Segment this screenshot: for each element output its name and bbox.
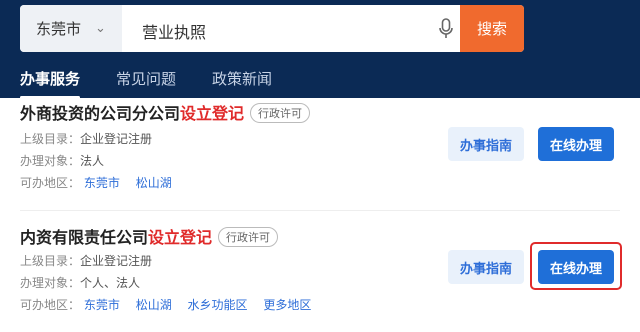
- online-apply-button[interactable]: 在线办理: [538, 127, 614, 161]
- more-areas-link[interactable]: 更多地区: [263, 298, 311, 312]
- license-badge: 行政许可: [218, 227, 279, 247]
- microphone-icon[interactable]: [438, 18, 454, 44]
- tab-bar: 办事服务 常见问题 政策新闻: [20, 68, 272, 99]
- area-link[interactable]: 松山湖: [136, 176, 172, 190]
- area-link[interactable]: 东莞市: [84, 298, 120, 312]
- search-button[interactable]: 搜索: [460, 5, 524, 52]
- search-bar: 东莞市 ⌄ 营业执照 搜索: [20, 5, 524, 52]
- guide-button[interactable]: 办事指南: [448, 127, 524, 161]
- highlight-frame: [530, 242, 622, 290]
- target-line: 办理对象：个人、法人: [20, 276, 141, 290]
- license-badge: 行政许可: [250, 103, 311, 123]
- tab-faq[interactable]: 常见问题: [116, 68, 176, 99]
- city-selector[interactable]: 东莞市 ⌄: [20, 5, 122, 52]
- result-title[interactable]: 内资有限责任公司设立登记 行政许可: [20, 224, 279, 248]
- divider: [20, 210, 620, 211]
- catalog-line: 上级目录：企业登记注册: [20, 254, 153, 268]
- tab-policy-news[interactable]: 政策新闻: [212, 68, 272, 99]
- chevron-down-icon: ⌄: [95, 21, 106, 36]
- area-line: 可办地区： 东莞市 松山湖 水乡功能区 更多地区: [20, 298, 312, 312]
- guide-button[interactable]: 办事指南: [448, 250, 524, 284]
- top-header: 东莞市 ⌄ 营业执照 搜索 办事服务 常见问题 政策新闻: [0, 0, 640, 100]
- tab-services[interactable]: 办事服务: [20, 68, 81, 99]
- search-input[interactable]: 营业执照: [142, 19, 206, 43]
- catalog-line: 上级目录：企业登记注册: [20, 132, 153, 146]
- city-label: 东莞市: [36, 20, 82, 38]
- target-line: 办理对象：法人: [20, 154, 105, 168]
- area-line: 可办地区： 东莞市 松山湖: [20, 176, 172, 190]
- results-list: 外商投资的公司分公司设立登记 行政许可 上级目录：企业登记注册 办理对象：法人 可…: [0, 98, 640, 332]
- area-link[interactable]: 东莞市: [84, 176, 120, 190]
- area-link[interactable]: 水乡功能区: [188, 298, 248, 312]
- result-title[interactable]: 外商投资的公司分公司设立登记 行政许可: [20, 100, 311, 124]
- area-link[interactable]: 松山湖: [136, 298, 172, 312]
